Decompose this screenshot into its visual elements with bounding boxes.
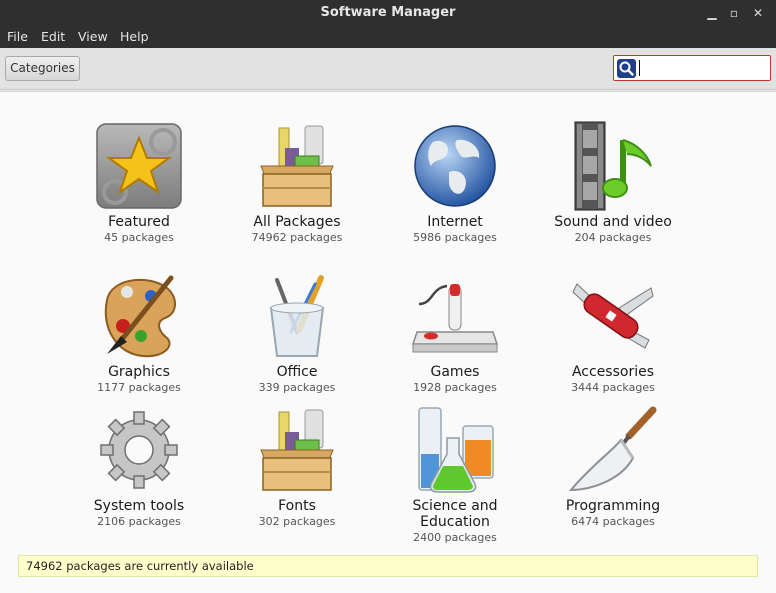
menu-bar: File Edit View Help: [0, 26, 776, 48]
category-internet[interactable]: Internet 5986 packages: [380, 120, 530, 245]
joystick-icon: [411, 284, 499, 353]
paint-palette-icon: [104, 275, 176, 358]
category-name: Featured: [108, 214, 170, 230]
category-count: 5986 packages: [413, 231, 497, 244]
category-name: Accessories: [571, 364, 655, 380]
category-sound-and-video[interactable]: Sound and video 204 packages: [538, 120, 688, 245]
search-input[interactable]: [638, 58, 766, 78]
package-box-icon: [260, 409, 334, 491]
category-system-tools[interactable]: System tools 2106 packages: [64, 404, 214, 529]
globe-icon: [414, 125, 496, 207]
package-box-icon: [260, 125, 334, 207]
category-name: Sound and video: [554, 214, 672, 230]
status-message: 74962 packages are currently available: [18, 555, 758, 577]
window-title: Software Manager: [320, 5, 456, 20]
film-music-icon: [574, 121, 652, 211]
category-grid: Featured 45 packages All Packages 74962 …: [0, 91, 776, 593]
toolbar: Categories: [0, 48, 776, 90]
category-name: Office: [276, 364, 318, 380]
category-fonts[interactable]: Fonts 302 packages: [222, 404, 372, 529]
swiss-knife-icon: [572, 283, 654, 349]
category-count: 45 packages: [104, 231, 174, 244]
lab-flasks-icon: [418, 407, 494, 493]
gear-icon: [100, 411, 178, 489]
category-count: 1928 packages: [413, 381, 497, 394]
category-office[interactable]: Office 339 packages: [222, 270, 372, 395]
trowel-icon: [568, 406, 657, 492]
menu-file[interactable]: File: [7, 29, 28, 44]
minimize-button[interactable]: ▁: [702, 3, 722, 23]
category-count: 6474 packages: [571, 515, 655, 528]
menu-help[interactable]: Help: [120, 29, 149, 44]
search-icon: [617, 59, 636, 78]
category-count: 2106 packages: [97, 515, 181, 528]
category-count: 2400 packages: [413, 531, 497, 544]
category-all-packages[interactable]: All Packages 74962 packages: [222, 120, 372, 245]
category-graphics[interactable]: Graphics 1177 packages: [64, 270, 214, 395]
text-cursor: [639, 60, 640, 76]
category-count: 3444 packages: [571, 381, 655, 394]
category-accessories[interactable]: Accessories 3444 packages: [538, 270, 688, 395]
category-science-and-education[interactable]: Science and Education 2400 packages: [380, 404, 530, 545]
category-name: All Packages: [253, 214, 341, 230]
category-name: System tools: [93, 498, 185, 514]
category-featured[interactable]: Featured 45 packages: [64, 120, 214, 245]
featured-star-icon: [96, 123, 182, 209]
category-name: Internet: [427, 214, 483, 230]
category-name: Games: [430, 364, 480, 380]
category-count: 1177 packages: [97, 381, 181, 394]
category-programming[interactable]: Programming 6474 packages: [538, 404, 688, 529]
title-bar: Software Manager ▁ ▫ ✕: [0, 0, 776, 26]
category-count: 302 packages: [258, 515, 336, 528]
category-name: Graphics: [108, 364, 170, 380]
category-count: 204 packages: [574, 231, 652, 244]
category-games[interactable]: Games 1928 packages: [380, 270, 530, 395]
categories-button[interactable]: Categories: [5, 56, 80, 81]
category-name: Fonts: [278, 498, 316, 514]
menu-view[interactable]: View: [78, 29, 108, 44]
close-button[interactable]: ✕: [748, 3, 768, 23]
category-name: Science and Education: [412, 498, 498, 530]
category-name: Programming: [565, 498, 661, 514]
menu-edit[interactable]: Edit: [41, 29, 65, 44]
maximize-button[interactable]: ▫: [724, 3, 744, 23]
category-count: 74962 packages: [251, 231, 343, 244]
pencil-cup-icon: [269, 275, 325, 357]
search-box[interactable]: [613, 55, 771, 81]
category-count: 339 packages: [258, 381, 336, 394]
